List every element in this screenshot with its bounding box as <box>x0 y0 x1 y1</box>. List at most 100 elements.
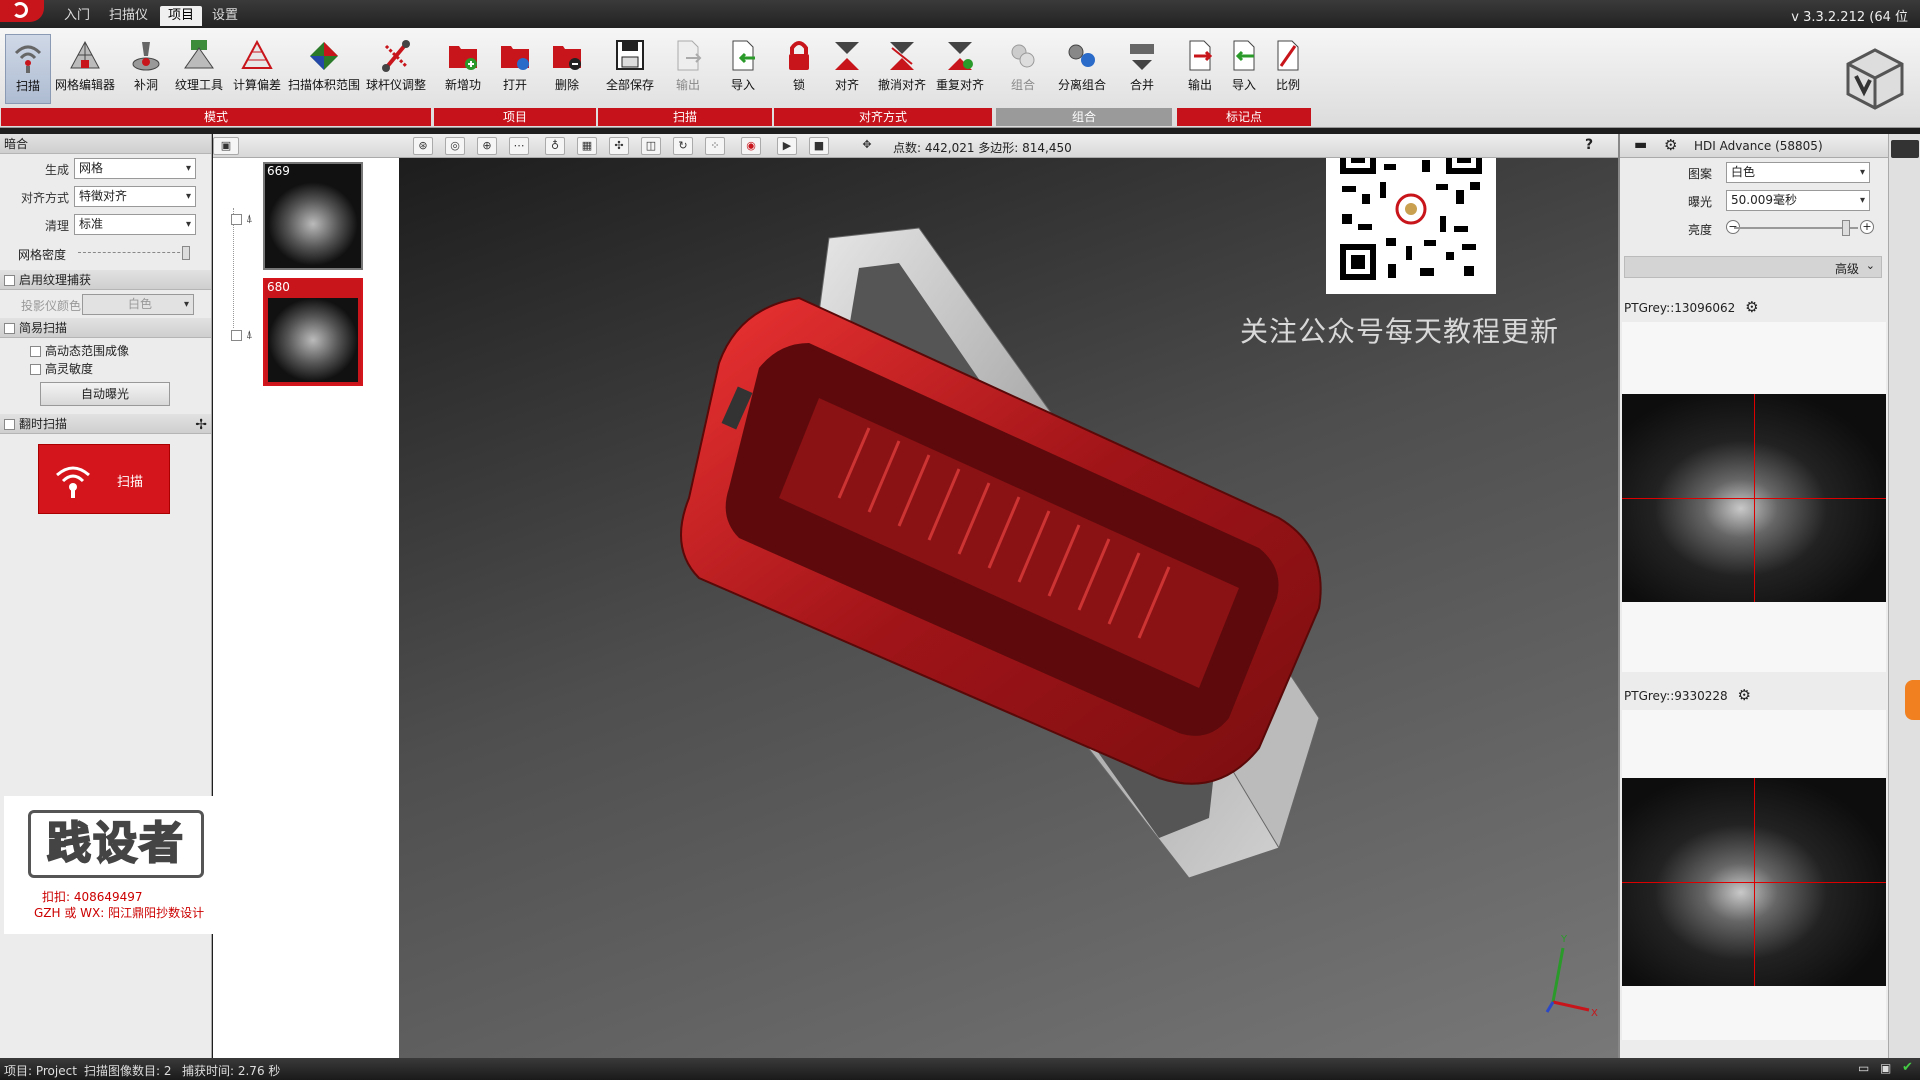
grid-icon[interactable]: ▦ <box>577 137 597 155</box>
tree-node-1[interactable]: ⍋ <box>231 212 253 226</box>
menu-getting-started[interactable]: 入门 <box>56 6 98 26</box>
generate-row: 生成 网格 <box>0 154 211 182</box>
group-button[interactable]: 组合 <box>998 34 1048 104</box>
gear-icon[interactable]: ⚙ <box>1738 686 1751 704</box>
simple-scan-checkbox[interactable] <box>4 323 15 334</box>
ballbar-adjust-button[interactable]: 球杆仪调整 <box>363 34 429 104</box>
markers-export-button[interactable]: 输出 <box>1179 34 1221 104</box>
exposure-select[interactable]: 50.009毫秒 <box>1726 190 1870 211</box>
start-scan-button[interactable]: 扫描 <box>38 444 170 514</box>
hdr-option[interactable]: 高动态范围成像 <box>0 338 211 358</box>
view-mesh-icon[interactable]: ⊛ <box>413 137 433 155</box>
brightness-track[interactable] <box>1734 227 1858 229</box>
mesh-node-icon: ⍋ <box>246 328 253 341</box>
gear-icon[interactable]: ⚙ <box>1664 136 1677 154</box>
scan-volume-button[interactable]: 扫描体积范围 <box>287 34 361 104</box>
scan-thumbnail-680[interactable]: 680 <box>263 278 363 386</box>
move-icon[interactable]: ✥ <box>857 137 877 155</box>
realtime-scan-header[interactable]: 翻时扫描 ✢ <box>0 414 211 434</box>
align-select[interactable]: 特徵对齐 <box>74 186 196 207</box>
texture-tools-button[interactable]: 纹理工具 <box>171 34 227 104</box>
delete-project-button[interactable]: 删除 <box>542 34 592 104</box>
mesh-density-thumb[interactable] <box>182 246 190 260</box>
camera-icon[interactable]: ▬ <box>1634 137 1647 153</box>
play-icon[interactable]: ▶ <box>777 137 797 155</box>
open-project-button[interactable]: 打开 <box>492 34 538 104</box>
undo-align-button[interactable]: 撤消对齐 <box>874 34 930 104</box>
clean-select[interactable]: 标准 <box>74 214 196 235</box>
texture-capture-header[interactable]: 启用纹理捕获 <box>0 270 211 290</box>
view-texture-icon[interactable]: ◎ <box>445 137 465 155</box>
hdr-checkbox[interactable] <box>30 346 41 357</box>
scan-thumbnail-669[interactable]: 669 <box>263 162 363 270</box>
app-logo-icon[interactable] <box>0 0 44 22</box>
view-points-icon[interactable]: ⋯ <box>509 137 529 155</box>
3d-viewport[interactable]: 关注公众号每天教程更新 Y X <box>399 158 1618 1058</box>
menu-scanner[interactable]: 扫描仪 <box>101 6 156 26</box>
menu-project[interactable]: 项目 <box>160 6 203 26</box>
selection-icon[interactable]: ⁘ <box>705 137 725 155</box>
record-icon[interactable]: ◉ <box>741 137 761 155</box>
compute-deviation-button[interactable]: 计算偏差 <box>229 34 285 104</box>
bounding-box-icon[interactable]: ◫ <box>641 137 661 155</box>
simple-scan-header[interactable]: 简易扫描 <box>0 318 211 338</box>
tree-node-2[interactable]: ⍋ <box>231 328 253 342</box>
snapshot-icon[interactable]: ▣ <box>213 137 239 155</box>
point-polygon-stats: 点数: 442,021 多边形: 814,450 <box>893 141 1072 155</box>
ribbon-group-project: 新增功 打开 删除 项目 <box>434 32 596 126</box>
mesh-editor-button[interactable]: 网格编辑器 <box>53 34 117 104</box>
undo-align-icon <box>890 42 914 70</box>
texture-capture-checkbox[interactable] <box>4 275 15 286</box>
add-project-button[interactable]: 新增功 <box>438 34 488 104</box>
wifi-scan-icon <box>56 466 90 498</box>
realtime-scan-checkbox[interactable] <box>4 419 15 430</box>
wifi-scan-icon <box>14 45 42 73</box>
mesh-density-track[interactable] <box>78 252 190 254</box>
scan-mode-button[interactable]: 扫描 <box>5 34 51 104</box>
gear-icon[interactable]: ⚙ <box>1745 298 1758 316</box>
window-icon[interactable]: ▣ <box>1880 1061 1891 1075</box>
menu-settings[interactable]: 设置 <box>204 6 246 26</box>
markers-import-button[interactable]: 导入 <box>1223 34 1265 104</box>
advanced-toggle[interactable]: 高级 ⌄ <box>1624 256 1882 278</box>
projector-color-select: 白色 <box>82 294 194 315</box>
folder-open-icon <box>501 46 529 70</box>
fill-holes-button[interactable]: 补洞 <box>121 34 171 104</box>
light-icon[interactable]: ♁ <box>545 137 565 155</box>
import-icon <box>732 40 755 71</box>
sensitivity-option[interactable]: 高灵敏度 <box>0 358 211 378</box>
scanner-device-icon[interactable] <box>1891 140 1919 158</box>
side-tab-icon[interactable] <box>1905 680 1920 720</box>
save-all-button[interactable]: 全部保存 <box>602 34 658 104</box>
align-row: 对齐方式 特徵对齐 <box>0 182 211 210</box>
help-icon[interactable]: ? <box>1585 137 1593 153</box>
section-header: 暗合 <box>0 134 211 154</box>
ribbon-group-combine: 组合 分离组合 合并 组合 <box>996 32 1172 126</box>
merge-button[interactable]: 合并 <box>1116 34 1168 104</box>
pivot-icon[interactable]: ✣ <box>609 137 629 155</box>
align-button[interactable]: 对齐 <box>822 34 872 104</box>
split-group-button[interactable]: 分离组合 <box>1050 34 1114 104</box>
sensitivity-checkbox[interactable] <box>30 364 41 375</box>
import-scan-button[interactable]: 导入 <box>718 34 768 104</box>
rotate-icon[interactable]: ↻ <box>673 137 693 155</box>
export-scan-button[interactable]: 输出 <box>660 34 716 104</box>
pattern-select[interactable]: 白色 <box>1726 162 1870 183</box>
camera-2-feed <box>1622 778 1886 986</box>
view-wire-icon[interactable]: ⊕ <box>477 137 497 155</box>
redo-align-button[interactable]: 重复对齐 <box>932 34 988 104</box>
mesh-density-label: 网格密度 <box>18 248 67 262</box>
display-icon[interactable]: ▭ <box>1858 1061 1869 1075</box>
scanner-device-title: HDI Advance (58805) <box>1694 139 1823 153</box>
markers-export-icon <box>1189 40 1213 71</box>
stop-icon[interactable]: ■ <box>809 137 829 155</box>
brightness-increase-icon[interactable]: + <box>1860 220 1874 234</box>
lock-button[interactable]: 锁 <box>778 34 820 104</box>
markers-scale-button[interactable]: 比例 <box>1267 34 1309 104</box>
ok-check-icon: ✔ <box>1902 1060 1913 1075</box>
generate-select[interactable]: 网格 <box>74 158 196 179</box>
brightness-thumb[interactable] <box>1841 220 1850 236</box>
ribbon-group-markers: 输出 导入 比例 标记点 <box>1177 32 1311 126</box>
auto-exposure-button[interactable]: 自动曝光 <box>40 382 170 406</box>
pin-icon[interactable]: ✢ <box>195 415 207 435</box>
